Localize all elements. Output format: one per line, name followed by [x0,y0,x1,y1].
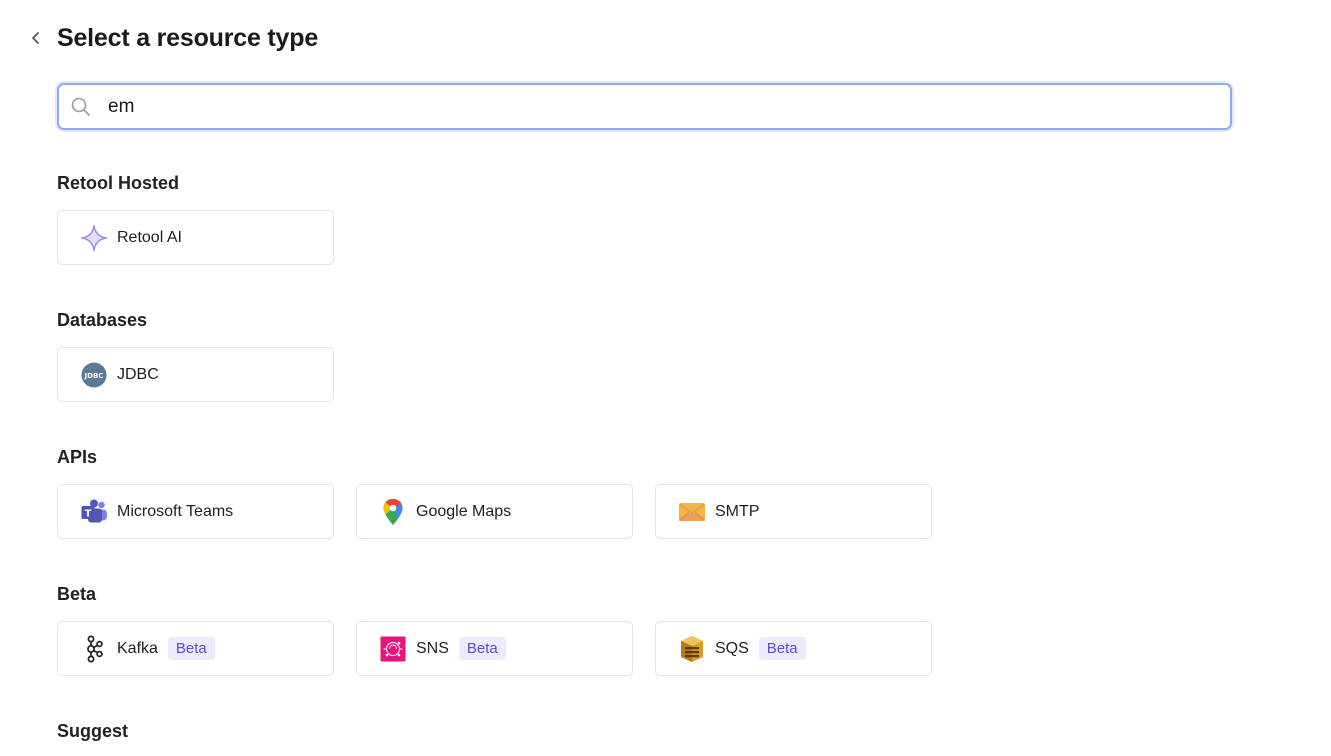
section-title-suggest: Suggest [57,721,129,741]
kafka-icon [80,635,108,663]
resource-type-page: Select a resource type Retool Hosted Ret… [0,0,1331,756]
search-input[interactable] [106,94,1230,119]
google-maps-pin-icon [379,498,407,526]
svg-text:T: T [85,508,92,519]
resource-card-sns[interactable]: SNS Beta [356,621,633,676]
beta-badge: Beta [167,637,215,660]
resource-card-sqs[interactable]: SQS Beta [655,621,932,676]
retool-ai-sparkle-icon [80,224,108,252]
aws-sqs-icon [678,635,706,663]
resource-label: Retool AI [117,228,182,246]
beta-badge: Beta [758,637,806,660]
resource-card-jdbc[interactable]: JDBC JDBC [57,347,334,402]
resource-label: Microsoft Teams [117,502,234,520]
resource-label: Kafka [117,639,158,657]
resource-label: SNS [416,639,449,657]
section-title-databases: Databases [57,310,148,330]
resource-label: Google Maps [416,502,512,520]
resource-card-kafka[interactable]: Kafka Beta [57,621,334,676]
jdbc-icon: JDBC [80,361,108,389]
resource-label: SQS [715,639,749,657]
section-title-beta: Beta [57,584,97,604]
microsoft-teams-icon: T [80,498,108,526]
beta-badge: Beta [458,637,506,660]
chevron-left-icon [30,31,42,45]
back-button[interactable] [24,26,48,50]
section-title-retool-hosted: Retool Hosted [57,173,180,193]
svg-text:JDBC: JDBC [84,371,104,379]
envelope-icon [678,498,706,526]
resource-card-retool-ai[interactable]: Retool AI [57,210,334,265]
resource-label: JDBC [117,365,159,383]
resource-label: SMTP [715,502,760,520]
aws-sns-icon [379,635,407,663]
section-title-apis: APIs [57,447,98,467]
search-box [57,83,1232,130]
resource-card-google-maps[interactable]: Google Maps [356,484,633,539]
page-title: Select a resource type [57,23,319,52]
resource-card-microsoft-teams[interactable]: T Microsoft Teams [57,484,334,539]
resource-card-smtp[interactable]: SMTP [655,484,932,539]
search-icon [70,96,92,118]
header: Select a resource type [24,20,318,56]
